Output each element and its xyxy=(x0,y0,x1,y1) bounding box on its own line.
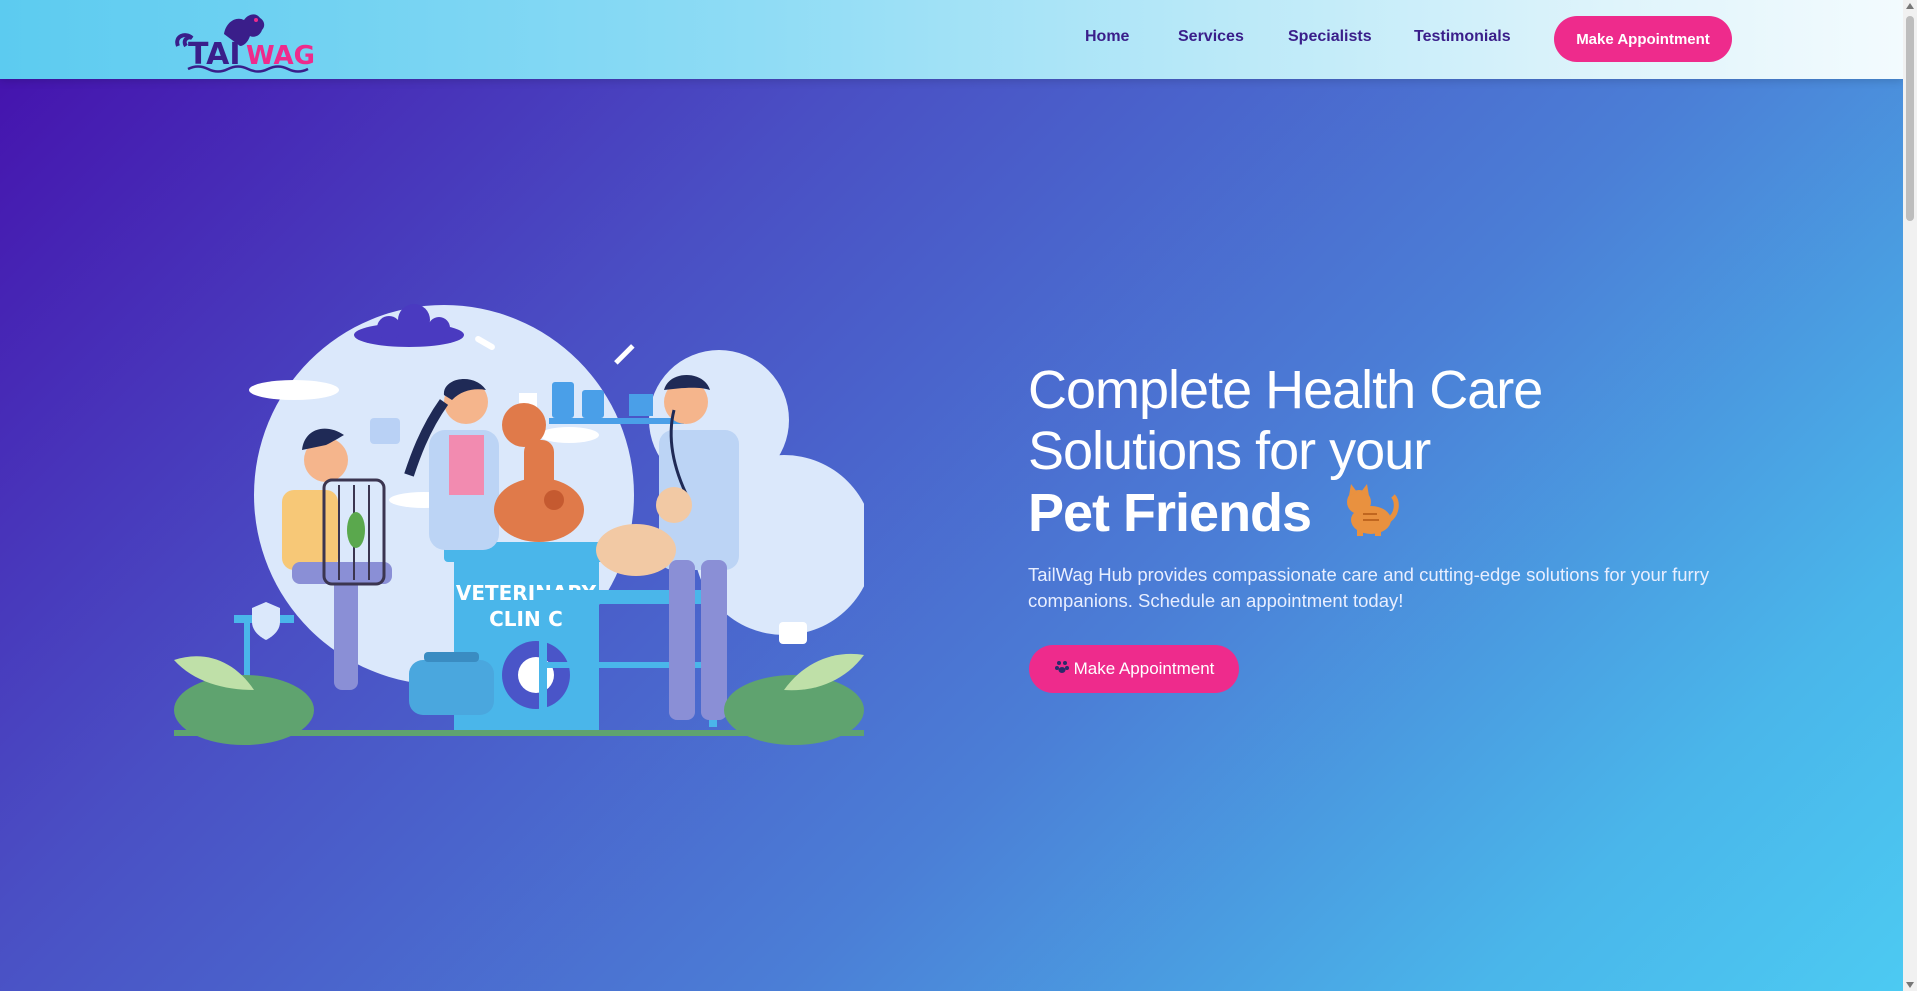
hero-description: TailWag Hub provides compassionate care … xyxy=(1028,564,1710,611)
scroll-thumb[interactable] xyxy=(1906,16,1914,221)
tailwag-logo-icon: TAI WAG xyxy=(175,14,315,73)
scroll-down-arrow-icon[interactable] xyxy=(1906,982,1914,988)
navbar: TAI WAG Home Services Specialists Testim… xyxy=(0,0,1903,79)
svg-text:CLINIC: CLINIC xyxy=(489,607,563,631)
cat-icon xyxy=(1341,482,1401,551)
page-scrollbar[interactable] xyxy=(1903,0,1917,991)
paw-icon xyxy=(1054,659,1070,680)
nav-link-services[interactable]: Services xyxy=(1178,28,1244,46)
nav-link-home[interactable]: Home xyxy=(1085,28,1129,46)
hero-title: Complete Health Care Solutions for your … xyxy=(1028,360,1728,551)
logo[interactable]: TAI WAG xyxy=(174,6,324,74)
hero-title-line1: Complete Health Care xyxy=(1028,360,1543,420)
hero-make-appointment-button[interactable]: Make Appointment xyxy=(1029,645,1239,693)
hero-title-line2: Solutions for your xyxy=(1028,421,1431,481)
hero-title-strong: Pet Friends xyxy=(1028,482,1312,543)
nav-link-specialists[interactable]: Specialists xyxy=(1288,28,1372,46)
veterinary-clinic-illustration: VETERINARY CLINIC xyxy=(174,290,874,745)
nav-make-appointment-button[interactable]: Make Appointment xyxy=(1554,16,1732,62)
nav-link-testimonials[interactable]: Testimonials xyxy=(1414,28,1511,46)
scroll-up-arrow-icon[interactable] xyxy=(1906,3,1914,9)
hero-cta-label: Make Appointment xyxy=(1073,659,1215,678)
